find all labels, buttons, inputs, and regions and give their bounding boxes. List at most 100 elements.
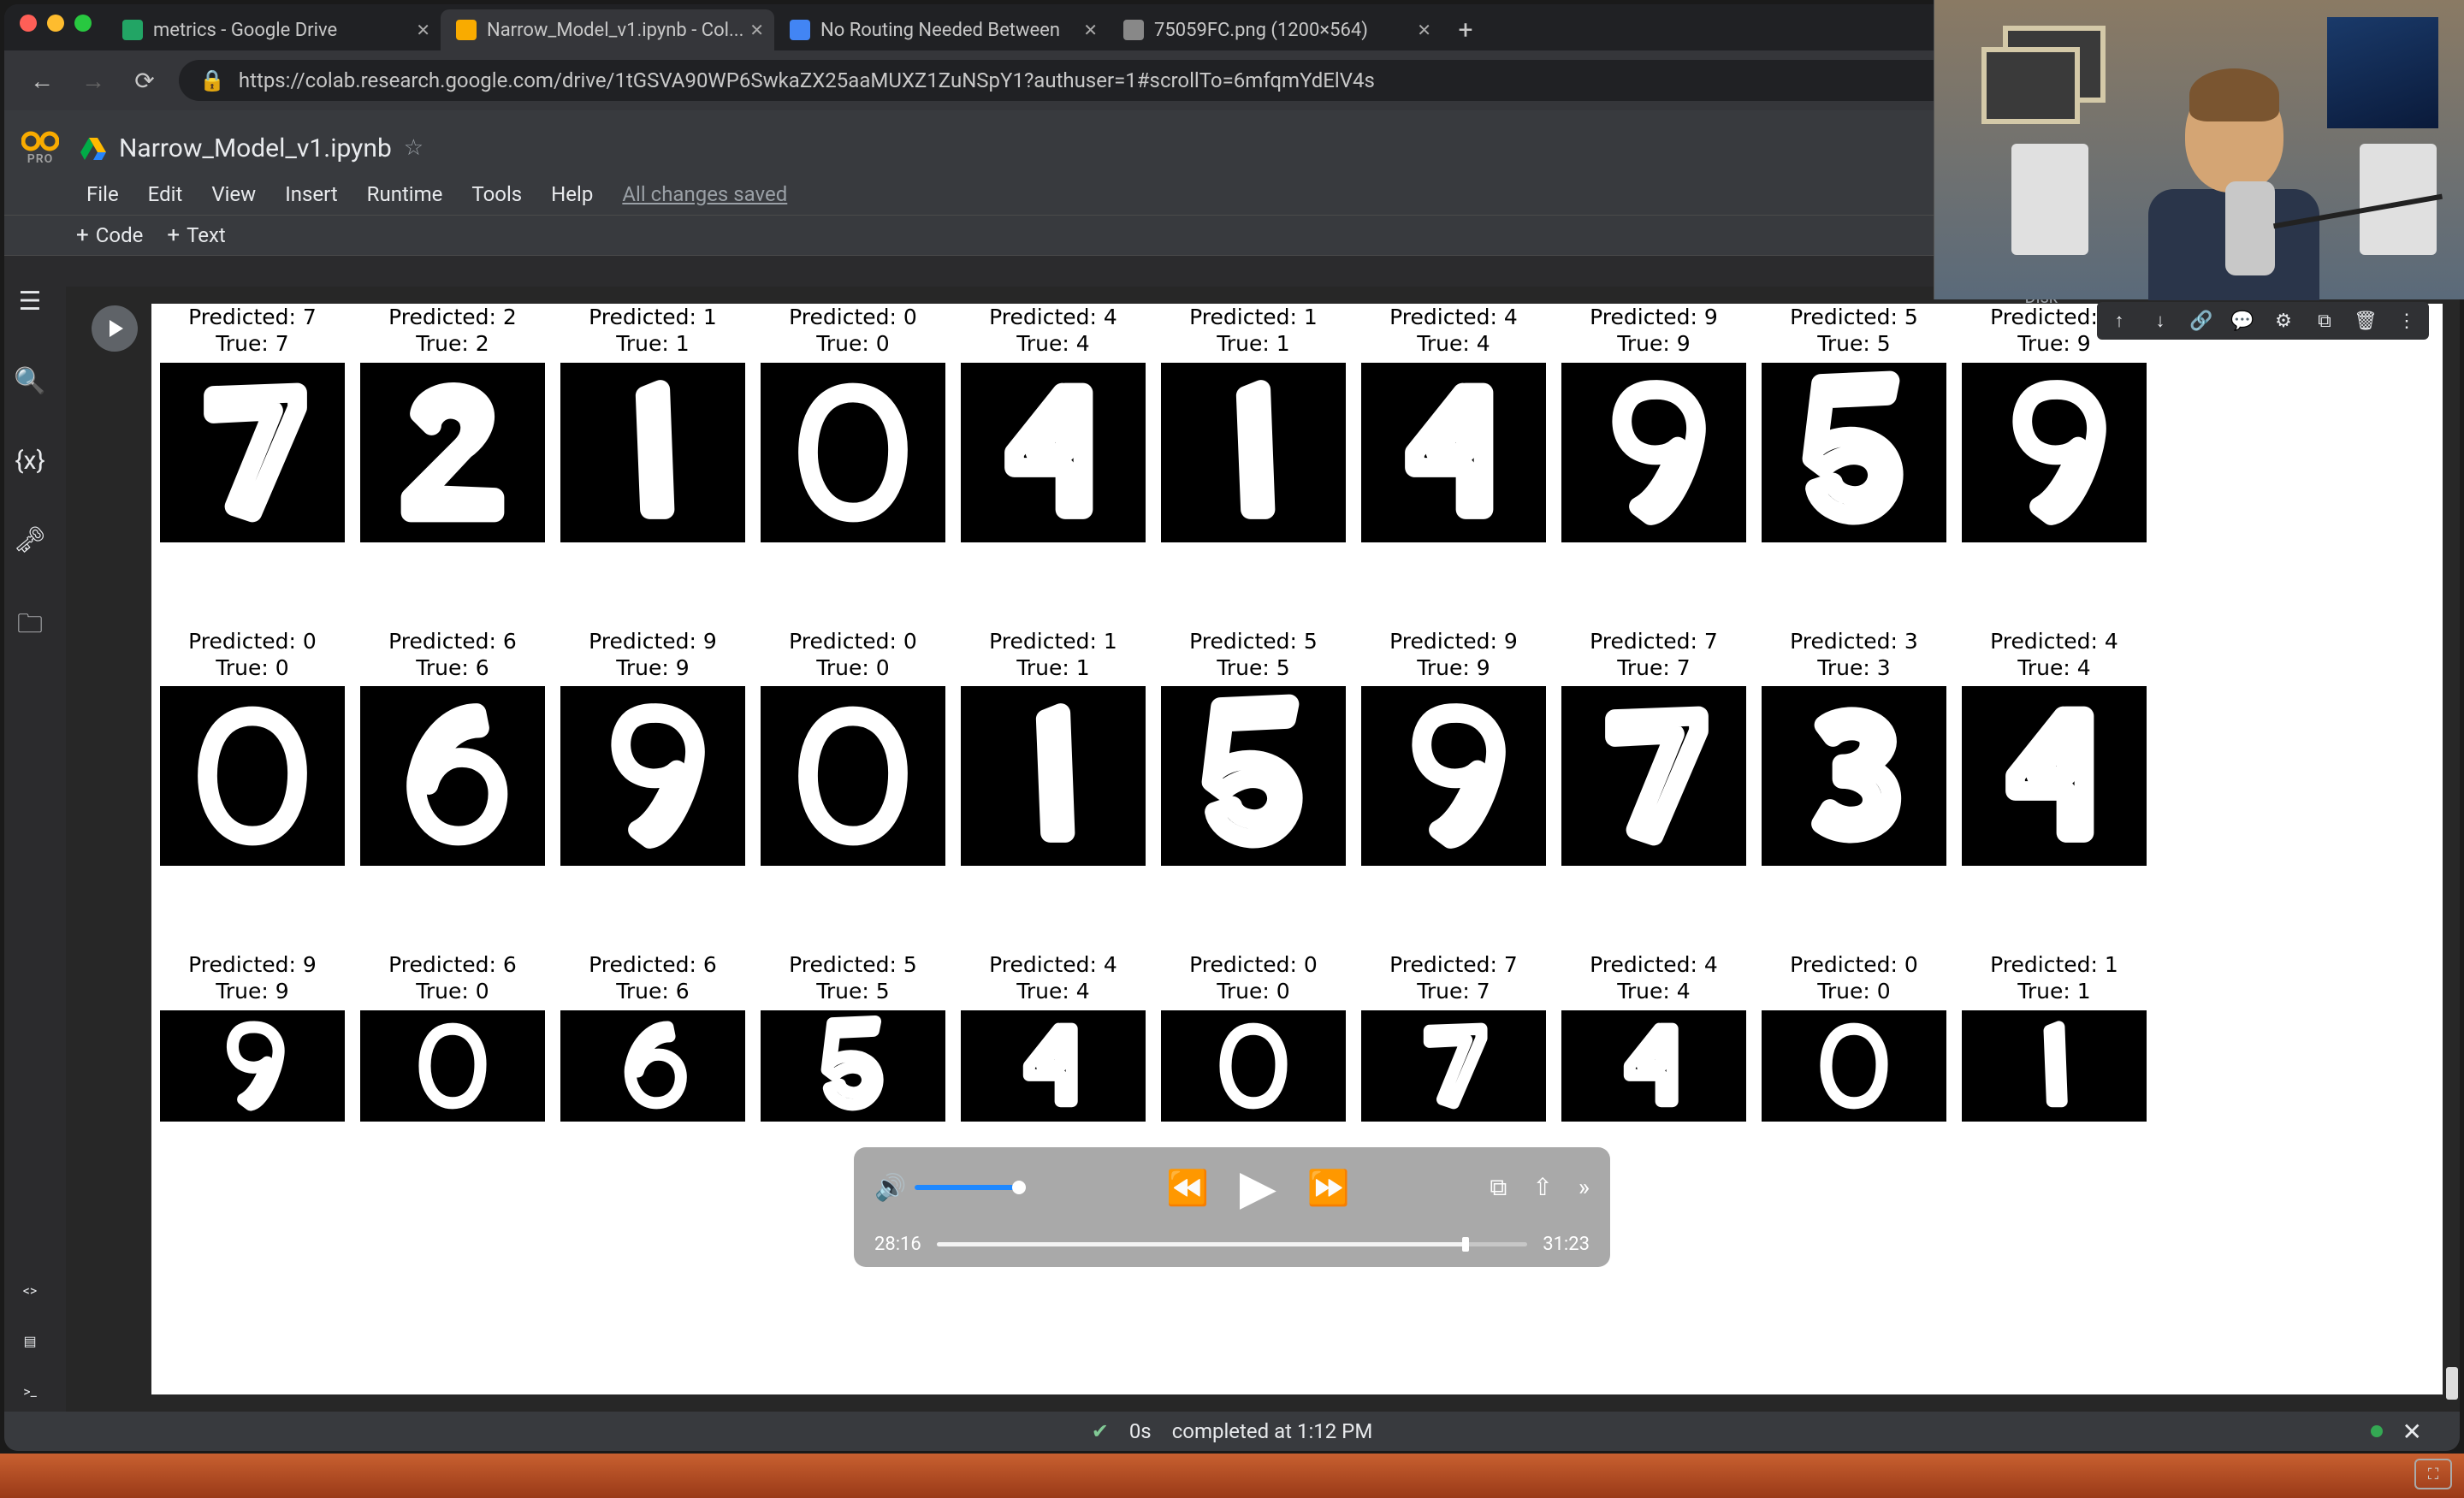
mnist-row: Predicted: 0True: 0 Predicted: 6True: 6 Pr… xyxy=(160,628,2434,867)
menu-help[interactable]: Help xyxy=(551,182,593,206)
mnist-row: Predicted: 9True: 9Predicted: 6True: 0Pr… xyxy=(160,951,2434,1122)
mnist-cell: Predicted: 5True: 5 xyxy=(1161,628,1346,867)
pip-icon[interactable]: ⧉ xyxy=(1490,1173,1507,1202)
mnist-caption: Predicted: 2True: 2 xyxy=(388,304,517,358)
mnist-cell: Predicted: 2True: 2 xyxy=(360,304,545,542)
vertical-scrollbar[interactable] xyxy=(2443,287,2458,1408)
mnist-image xyxy=(360,686,545,866)
mnist-caption: Predicted: 4True: 4 xyxy=(1590,951,1718,1005)
left-rail: ☰ 🔍 {x} 🗝 🗀 xyxy=(4,287,56,648)
add-text-button[interactable]: +Text xyxy=(167,222,225,248)
browser-tab[interactable]: metrics - Google Drive✕ xyxy=(107,9,441,50)
screenshot-tool-icon[interactable]: ⛶ xyxy=(2414,1459,2452,1489)
mnist-image xyxy=(160,1010,345,1122)
colab-logo[interactable]: PRO xyxy=(15,122,66,174)
move-up-icon[interactable]: ↑ xyxy=(2104,305,2135,336)
volume-slider[interactable] xyxy=(915,1185,1026,1190)
settings-icon[interactable]: ⚙ xyxy=(2268,305,2299,336)
delete-icon[interactable]: 🗑 xyxy=(2350,305,2381,336)
code-snippets-icon[interactable]: <> xyxy=(23,1282,38,1299)
menu-file[interactable]: File xyxy=(86,182,119,206)
browser-tab[interactable]: Narrow_Model_v1.ipynb - Col...✕ xyxy=(441,9,774,50)
link-icon[interactable]: 🔗 xyxy=(2186,305,2217,336)
status-msg: completed at 1:12 PM xyxy=(1172,1419,1373,1443)
mnist-cell: Predicted: 4True: 4 xyxy=(961,304,1146,542)
mnist-image xyxy=(160,686,345,866)
mnist-caption: Predicted: 0True: 0 xyxy=(1189,951,1318,1005)
minimize-window-icon[interactable] xyxy=(47,15,64,32)
add-code-button[interactable]: +Code xyxy=(76,222,143,248)
menu-edit[interactable]: Edit xyxy=(148,182,183,206)
maximize-window-icon[interactable] xyxy=(74,15,92,32)
close-tab-icon[interactable]: ✕ xyxy=(749,20,764,40)
secrets-icon[interactable]: 🗝 xyxy=(14,525,46,555)
rewind-icon[interactable]: ⏪ xyxy=(1166,1168,1209,1208)
drive-icon xyxy=(80,134,107,162)
menu-runtime[interactable]: Runtime xyxy=(367,182,443,206)
mnist-image xyxy=(1161,363,1346,542)
toc-icon[interactable]: ☰ xyxy=(19,287,42,317)
mnist-cell: Predicted: 6True: 6 xyxy=(360,628,545,867)
reload-button[interactable]: ⟳ xyxy=(127,63,162,98)
menu-view[interactable]: View xyxy=(211,182,256,206)
more-video-icon[interactable]: » xyxy=(1578,1173,1590,1202)
kernel-status-icon xyxy=(2371,1425,2383,1437)
mnist-image xyxy=(360,363,545,542)
comment-icon[interactable]: 💬 xyxy=(2227,305,2258,336)
mnist-caption: Predicted: 7True: 7 xyxy=(188,304,317,358)
run-cell-button[interactable] xyxy=(92,305,138,352)
volume-icon[interactable]: 🔊 xyxy=(874,1173,906,1203)
back-button[interactable]: ← xyxy=(25,63,59,98)
close-tab-icon[interactable]: ✕ xyxy=(1083,20,1098,40)
new-tab-button[interactable]: + xyxy=(1448,13,1483,47)
forward-button[interactable]: → xyxy=(76,63,110,98)
browser-tab[interactable]: No Routing Needed Between ✕ xyxy=(774,9,1108,50)
terminal-icon[interactable]: >_ xyxy=(23,1383,37,1400)
mnist-caption: Predicted: 7True: 7 xyxy=(1389,951,1518,1005)
mirror-icon[interactable]: ⧉ xyxy=(2309,305,2340,336)
more-icon[interactable]: ⋮ xyxy=(2391,305,2422,336)
mnist-image xyxy=(560,686,745,866)
fast-forward-icon[interactable]: ⏩ xyxy=(1307,1168,1350,1208)
star-icon[interactable]: ☆ xyxy=(404,135,424,161)
mnist-caption: Predicted: 4True: 4 xyxy=(1389,304,1518,358)
save-status[interactable]: All changes saved xyxy=(622,182,787,206)
browser-tab[interactable]: 75059FC.png (1200×564)✕ xyxy=(1108,9,1442,50)
status-bar: ✔ 0s completed at 1:12 PM ✕ xyxy=(4,1412,2460,1451)
search-icon[interactable]: 🔍 xyxy=(14,366,45,396)
mnist-image xyxy=(1361,363,1546,542)
mnist-image xyxy=(1561,363,1746,542)
mnist-cell: Predicted: 0True: 0 xyxy=(761,628,945,867)
webcam-overlay xyxy=(1934,0,2464,299)
mnist-caption: Predicted: 1True: 1 xyxy=(589,304,717,358)
close-window-icon[interactable] xyxy=(20,15,37,32)
variables-icon[interactable]: {x} xyxy=(15,446,44,476)
mnist-cell: Predicted: 6True: 0 xyxy=(360,951,545,1122)
close-tab-icon[interactable]: ✕ xyxy=(416,20,430,40)
mnist-cell: Predicted: 4True: 4 xyxy=(1962,628,2147,867)
tab-title: metrics - Google Drive xyxy=(153,20,425,41)
mnist-image xyxy=(1561,1010,1746,1122)
mnist-caption: Predicted: 9True: 9 xyxy=(188,951,317,1005)
menu-tools[interactable]: Tools xyxy=(471,182,522,206)
share-video-icon[interactable]: ⇧ xyxy=(1532,1173,1552,1202)
move-down-icon[interactable]: ↓ xyxy=(2145,305,2176,336)
tab-title: Narrow_Model_v1.ipynb - Col... xyxy=(487,20,759,41)
mnist-cell: Predicted: 6True: 6 xyxy=(560,951,745,1122)
total-time: 31:23 xyxy=(1543,1234,1590,1255)
mnist-cell: Predicted: 9True: 9 xyxy=(1361,628,1546,867)
play-icon[interactable]: ▶ xyxy=(1240,1159,1276,1216)
favicon-icon xyxy=(1123,20,1144,40)
mnist-cell: Predicted: 1True: 1 xyxy=(961,628,1146,867)
files-icon[interactable]: 🗀 xyxy=(17,605,43,648)
command-palette-icon[interactable]: ▤ xyxy=(23,1333,36,1349)
menu-insert[interactable]: Insert xyxy=(285,182,337,206)
seek-slider[interactable] xyxy=(937,1242,1527,1246)
status-time: 0s xyxy=(1129,1419,1152,1443)
mnist-image xyxy=(560,363,745,542)
dismiss-status-icon[interactable]: ✕ xyxy=(2402,1418,2422,1446)
close-tab-icon[interactable]: ✕ xyxy=(1417,20,1431,40)
url-text: https://colab.research.google.com/drive/… xyxy=(239,68,1375,92)
favicon-icon xyxy=(122,20,143,40)
doc-title[interactable]: Narrow_Model_v1.ipynb xyxy=(119,133,392,163)
